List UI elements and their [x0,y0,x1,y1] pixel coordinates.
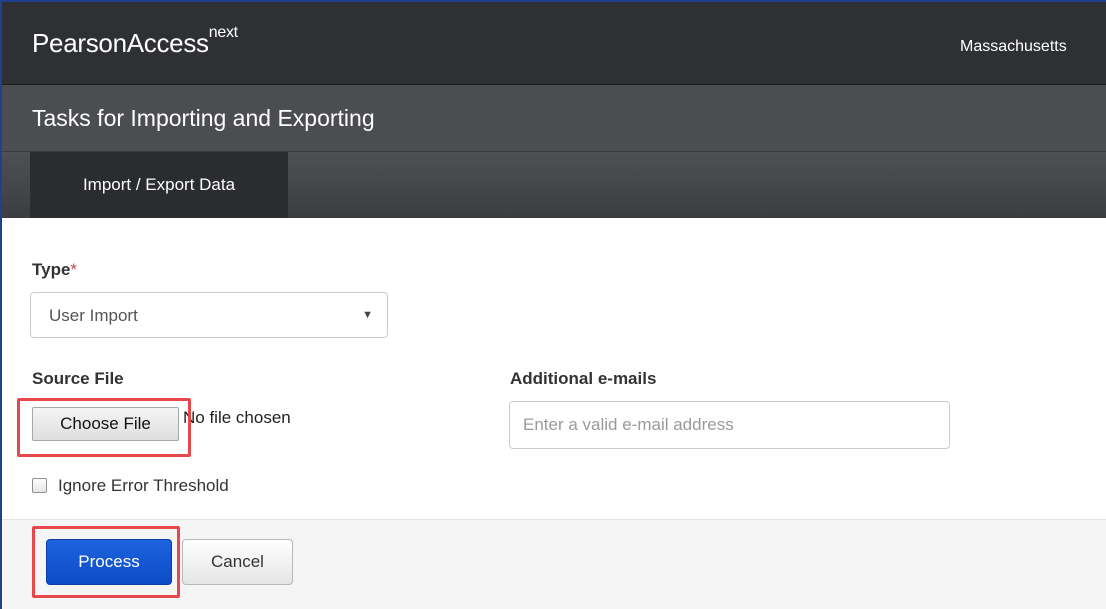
required-marker: * [70,260,78,279]
tasks-bar: Tasks for Importing and Exporting [2,85,1106,152]
organization-name[interactable]: Massachusetts [960,38,1067,56]
brand-suffix: next [208,24,238,41]
brand-logo[interactable]: PearsonAccessnext [32,24,238,59]
app-window: PearsonAccessnext Massachusetts Tasks fo… [0,0,1106,609]
cancel-button[interactable]: Cancel [182,539,293,585]
additional-emails-input[interactable] [509,401,950,449]
tasks-title: Tasks for Importing and Exporting [32,105,375,131]
ignore-error-threshold-checkbox[interactable] [32,478,47,493]
file-status-text: No file chosen [183,408,291,427]
chevron-down-icon: ▼ [362,309,373,321]
ignore-error-threshold-label: Ignore Error Threshold [58,476,229,495]
type-label-text: Type [32,260,71,279]
top-header: PearsonAccessnext Massachusetts [2,2,1106,85]
brand-name: PearsonAccess [32,28,209,58]
process-button[interactable]: Process [46,539,172,585]
source-file-label: Source File [32,369,124,388]
tab-import-export-data[interactable]: Import / Export Data [30,152,288,218]
additional-emails-label: Additional e-mails [510,369,657,388]
tabs-bar: Import / Export Data [2,152,1106,218]
type-select[interactable]: User Import ▼ [30,292,388,338]
type-label: Type* [32,260,77,280]
choose-file-button[interactable]: Choose File [32,407,179,441]
type-select-value: User Import [49,306,138,325]
